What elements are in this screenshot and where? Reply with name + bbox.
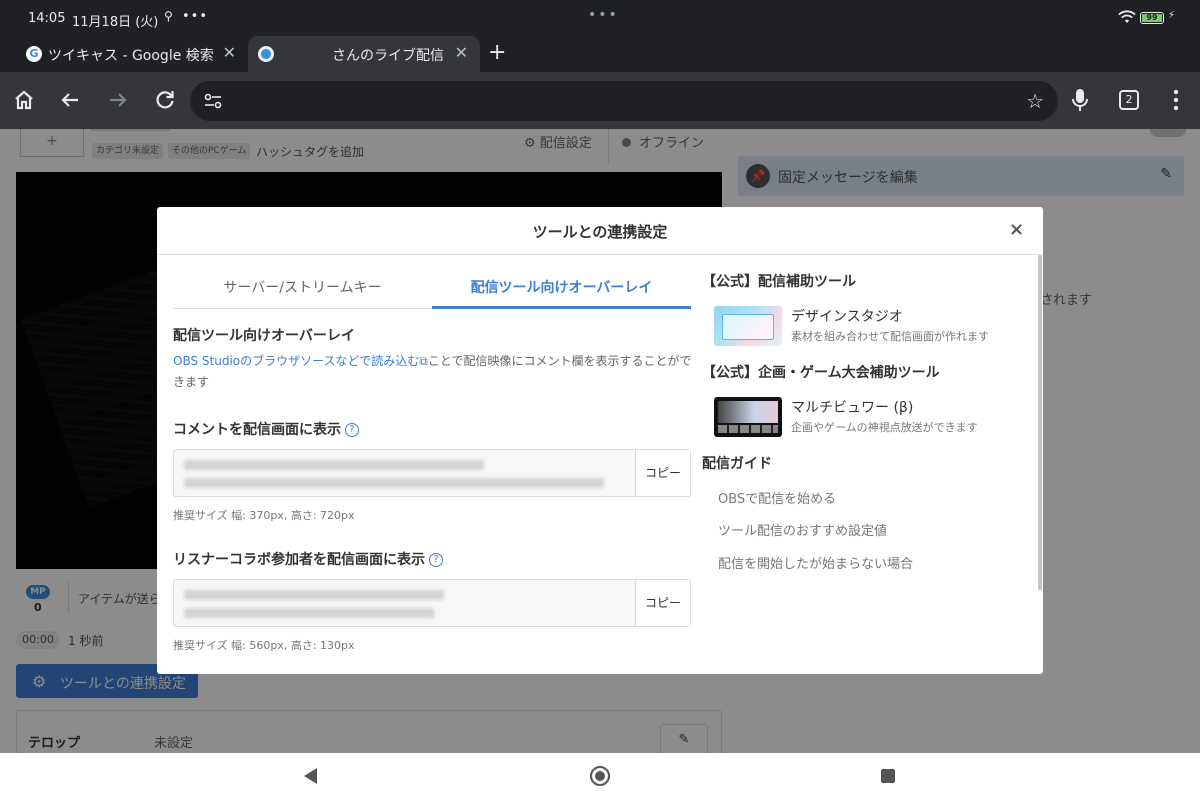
design-studio-link[interactable]: デザインスタジオ 素材を組み合わせて配信画面が作れます — [714, 306, 1034, 350]
scrollbar[interactable] — [1038, 255, 1042, 590]
back-arrow-icon[interactable] — [56, 86, 84, 114]
status-date: 11月18日 (火) — [72, 15, 159, 30]
obs-link-label: OBS Studioのブラウザソースなどで読み込む — [173, 354, 420, 368]
copy-listener-url-button[interactable]: コピー — [635, 580, 690, 626]
tool-integration-modal: ツールとの連携設定 × サーバー/ストリームキー 配信ツール向けオーバーレイ 配… — [157, 207, 1043, 674]
tab-overlay[interactable]: 配信ツール向けオーバーレイ — [432, 269, 691, 309]
listener-recommended-size: 推奨サイズ 幅: 560px, 高さ: 130px — [173, 639, 355, 652]
obscured-url — [184, 608, 434, 618]
nav-back-icon[interactable] — [304, 768, 317, 784]
multitask-handle[interactable]: ••• — [588, 7, 619, 23]
section-title: 配信ツール向けオーバーレイ — [173, 328, 355, 344]
tab-strip: G ツイキャス - Google 検索 ✕ さんのライブ配信 ✕ + — [0, 36, 1200, 72]
status-bar: 14:05 11月18日 (火) ⚲ ••• ••• 99 ⚡ — [0, 0, 1200, 36]
multiviewer-desc: 企画やゲームの神視点放送ができます — [791, 421, 978, 434]
close-tab-icon[interactable]: ✕ — [223, 43, 236, 62]
bookmark-star-icon[interactable]: ☆ — [1026, 89, 1044, 113]
comment-heading-label: コメントを配信画面に表示 — [173, 422, 341, 438]
tab-title: ツイキャス - Google 検索 — [48, 48, 214, 64]
wifi-icon — [1118, 10, 1136, 23]
event-tools-heading: 【公式】企画・ゲーム大会補助ツール — [702, 365, 940, 381]
nav-recent-apps-icon[interactable] — [881, 769, 895, 783]
thumbnail-art — [718, 401, 778, 423]
google-favicon-icon: G — [26, 46, 42, 62]
close-icon[interactable]: × — [1009, 219, 1024, 240]
listener-heading-label: リスナーコラボ参加者を配信画面に表示 — [173, 552, 425, 568]
design-studio-thumbnail — [714, 306, 782, 346]
close-tab-icon[interactable]: ✕ — [455, 43, 468, 62]
browser-tab-google-search[interactable]: G ツイキャス - Google 検索 ✕ — [16, 36, 248, 72]
listener-heading: リスナーコラボ参加者を配信画面に表示? — [173, 549, 443, 569]
multiviewer-name: マルチビュワー (β) — [791, 400, 914, 416]
battery-icon: 99 — [1140, 12, 1164, 24]
obscured-url — [184, 478, 604, 488]
nav-home-dot — [595, 771, 605, 781]
external-link-icon: ⧉ — [419, 354, 428, 368]
address-bar[interactable]: ☆ — [190, 81, 1058, 121]
official-tools-heading: 【公式】配信補助ツール — [702, 274, 856, 290]
twitcasting-favicon-icon — [258, 46, 274, 62]
status-time: 14:05 — [28, 11, 66, 26]
system-nav-bar — [0, 753, 1200, 800]
thumbnail-art — [718, 425, 778, 433]
thumbnail-art — [722, 314, 774, 340]
design-studio-name: デザインスタジオ — [791, 309, 903, 325]
help-icon[interactable]: ? — [429, 553, 443, 567]
site-settings-icon[interactable] — [204, 93, 222, 109]
obscured-url — [184, 590, 444, 600]
browser-toolbar: ☆ — [0, 72, 1200, 129]
comment-url-field[interactable]: コピー — [173, 449, 691, 497]
tab-server-stream-key[interactable]: サーバー/ストリームキー — [173, 269, 432, 309]
guide-link-recommended-settings[interactable]: ツール配信のおすすめ設定値 — [718, 520, 887, 539]
help-icon[interactable]: ? — [345, 423, 359, 437]
forward-arrow-icon[interactable] — [104, 86, 132, 114]
multiviewer-link[interactable]: マルチビュワー (β) 企画やゲームの神視点放送ができます — [714, 397, 1034, 441]
guide-link-troubleshoot[interactable]: 配信を開始したが始まらない場合 — [718, 553, 913, 572]
bolt-icon: ⚡ — [1168, 10, 1176, 21]
menu-kebab-icon[interactable] — [1166, 86, 1186, 114]
tab-title: さんのライブ配信 — [332, 48, 444, 64]
listener-url-field[interactable]: コピー — [173, 579, 691, 627]
obs-browser-source-link[interactable]: OBS Studioのブラウザソースなどで読み込む⧉ — [173, 354, 428, 368]
connect-icon: ⚲ — [164, 9, 173, 23]
guide-link-obs[interactable]: OBSで配信を始める — [718, 488, 836, 507]
section-description: OBS Studioのブラウザソースなどで読み込む⧉ことで配信映像にコメント欄を… — [173, 351, 693, 393]
browser-tab-live-broadcast[interactable]: さんのライブ配信 ✕ — [248, 36, 480, 72]
modal-header: ツールとの連携設定 × — [157, 207, 1043, 255]
nav-home-icon[interactable] — [590, 766, 610, 786]
copy-comment-url-button[interactable]: コピー — [635, 450, 690, 496]
design-studio-desc: 素材を組み合わせて配信画面が作れます — [791, 330, 989, 343]
battery-level: 99 — [1142, 14, 1162, 22]
status-more-icon: ••• — [182, 9, 209, 24]
microphone-icon[interactable] — [1070, 86, 1090, 114]
obscured-url — [184, 460, 484, 470]
guide-heading: 配信ガイド — [702, 456, 772, 472]
comment-heading: コメントを配信画面に表示? — [173, 419, 359, 439]
comment-recommended-size: 推奨サイズ 幅: 370px, 高さ: 720px — [173, 509, 355, 522]
new-tab-button[interactable]: + — [488, 40, 506, 65]
reload-icon[interactable] — [151, 86, 179, 114]
modal-tabs: サーバー/ストリームキー 配信ツール向けオーバーレイ — [173, 269, 691, 309]
tab-switcher-button[interactable]: 2 — [1119, 90, 1139, 110]
home-icon[interactable] — [10, 86, 38, 114]
modal-title: ツールとの連携設定 — [532, 223, 668, 241]
multiviewer-thumbnail — [714, 397, 782, 437]
